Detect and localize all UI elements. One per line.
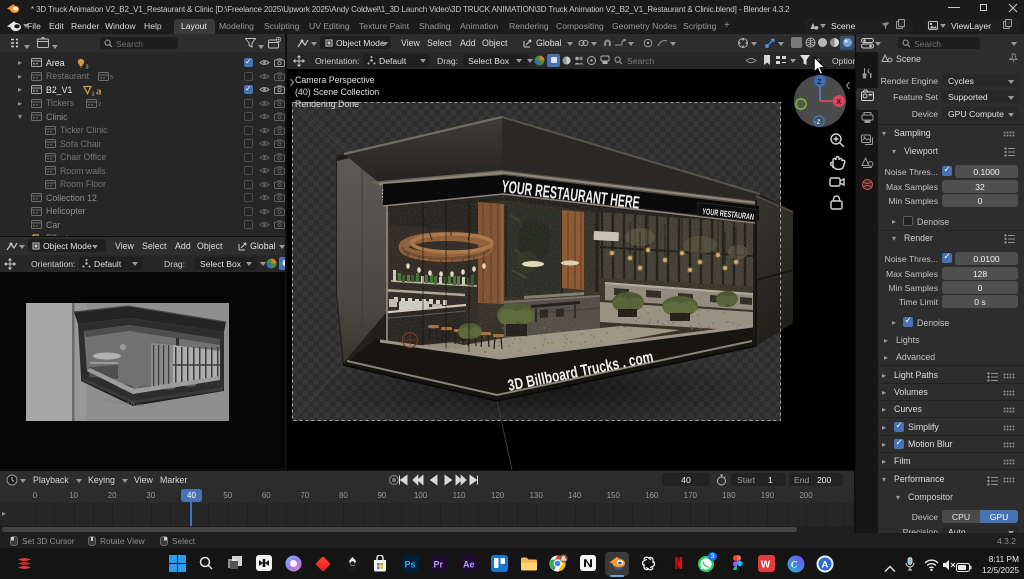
svg-text:Ae: Ae	[463, 560, 475, 570]
svg-text:3: 3	[86, 65, 89, 70]
svg-text:Ps: Ps	[405, 560, 416, 570]
svg-text:Pr: Pr	[434, 560, 444, 570]
svg-text:W: W	[761, 560, 771, 571]
svg-text:A: A	[822, 560, 829, 571]
svg-text:X: X	[836, 97, 841, 106]
svg-text:a: a	[96, 86, 102, 97]
svg-text:-Z: -Z	[815, 119, 821, 126]
svg-text:3: 3	[92, 92, 95, 97]
svg-text:Z: Z	[817, 77, 822, 86]
svg-text:C: C	[791, 560, 798, 570]
